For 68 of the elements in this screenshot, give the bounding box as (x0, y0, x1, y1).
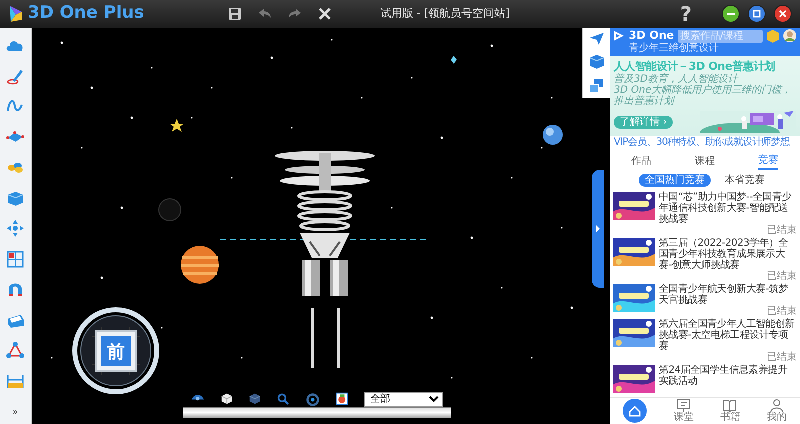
close-button[interactable] (774, 5, 792, 23)
triangle-nodes-icon[interactable] (6, 341, 25, 360)
contest-item[interactable]: 中国“芯”助力中国梦--全国青少年通信科技创新大赛-智能配送挑战赛 已结束 (610, 191, 800, 237)
contest-title: 第六届全国青少年人工智能创新挑战赛-太空电梯工程设计专项赛 (659, 319, 795, 352)
planet-drawing (543, 125, 563, 145)
planet-drawing (158, 198, 182, 222)
logo-tagline: 青少年三维创意设计 (629, 43, 720, 54)
contest-status: 已结束 (766, 271, 797, 282)
contest-title: 全国青少年航天创新大赛-筑梦天宫挑战赛 (659, 284, 788, 306)
contest-title: 第24届全国学生信息素养提升实践活动 (659, 365, 789, 387)
star-drawing (170, 119, 184, 132)
grid-icon[interactable] (6, 250, 25, 268)
close-icon[interactable] (318, 7, 332, 21)
home-icon (628, 404, 642, 418)
contest-item[interactable]: 第三届（2022-2023学年）全国青少年科技教育成果展示大赛-创意大师挑战赛 已结束 (610, 237, 800, 283)
render-mode-icon[interactable] (336, 392, 348, 406)
maximize-icon (753, 10, 761, 18)
paper-plane-icon[interactable] (588, 32, 604, 46)
contest-status: 已结束 (766, 352, 797, 363)
logo-icon (8, 4, 24, 24)
contest-title: 中国“芯”助力中国梦--全国青少年通信科技创新大赛-智能配送挑战赛 (659, 192, 792, 225)
nav-tab[interactable]: 书籍 (720, 399, 740, 423)
expand-toggle[interactable]: » (12, 406, 18, 420)
nav-tab[interactable] (623, 399, 648, 423)
cube-icon[interactable] (220, 392, 234, 406)
minimize-icon (727, 13, 735, 15)
filter-pill[interactable]: 全国热门竞赛 (639, 174, 711, 187)
nav-tab[interactable]: 课堂 (674, 399, 694, 423)
minimize-button[interactable] (722, 5, 740, 23)
planet-drawing (180, 246, 220, 284)
cubes-icon[interactable] (588, 78, 604, 94)
banner-text: 普及3D教育，人人智能设计 (614, 74, 740, 85)
contest-title: 第三届（2022-2023学年）全国青少年科技教育成果展示大赛-创意大师挑战赛 (659, 238, 788, 271)
zoom-icon[interactable] (277, 392, 290, 406)
contest-status: 已结束 (766, 306, 797, 317)
panel-tab[interactable]: 课程 (694, 153, 715, 170)
save-icon[interactable] (228, 7, 242, 21)
help-icon[interactable]: ? (680, 4, 692, 24)
view-face-label: 前 (107, 342, 125, 363)
book-icon (723, 399, 738, 413)
undo-icon[interactable] (258, 8, 272, 20)
search-field[interactable]: 搜索作品/课程 (678, 30, 763, 42)
close-icon (779, 10, 787, 18)
banner-title: 人人智能设计－3D One普惠计划 (614, 59, 776, 74)
maximize-button[interactable] (748, 5, 766, 23)
board-icon (676, 399, 691, 413)
contest-item[interactable]: 第六届全国青少年人工智能创新挑战赛-太空电梯工程设计专项赛 已结束 (610, 318, 800, 364)
contest-item[interactable]: 全国青少年航天创新大赛-筑梦天宫挑战赛 已结束 (610, 283, 800, 318)
contest-status: 已结束 (766, 225, 797, 236)
vip-promo-text: VIP会员、30种特权、助你成就设计师梦想 (610, 136, 800, 149)
app-name: 3D One Plus (28, 2, 144, 26)
move-icon[interactable] (6, 219, 25, 238)
diamond-drawing (451, 56, 457, 64)
filter-pill[interactable]: 本省竞赛 (719, 174, 771, 187)
banner-text: 3D One大幅降低用户使用三维的门槛，推出普惠计划 (614, 85, 793, 107)
avatar-icon[interactable] (783, 29, 797, 43)
contest-item[interactable]: 第24届全国学生信息素养提升实践活动 (610, 364, 800, 394)
medal-icon[interactable] (767, 30, 779, 42)
rotate-icon[interactable] (306, 392, 320, 408)
panel-tab[interactable]: 作品 (632, 153, 652, 170)
arrow-icon (595, 224, 601, 234)
logo-text: 3D One (629, 30, 674, 42)
filter-dropdown[interactable]: 全部 (364, 392, 443, 407)
collapse-tab[interactable] (592, 170, 604, 288)
window-title: 试用版 - [领航员号空间站] (380, 6, 510, 22)
redo-icon[interactable] (288, 8, 302, 20)
nav-tab[interactable]: 我的 (766, 399, 787, 423)
user-icon (770, 399, 784, 413)
